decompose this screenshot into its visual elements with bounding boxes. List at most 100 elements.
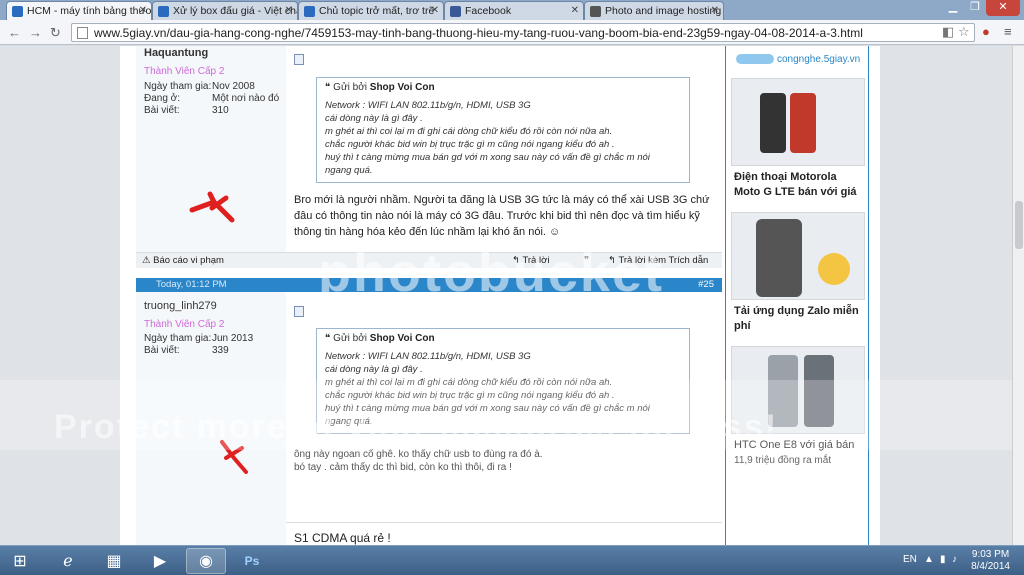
extension-icon[interactable]: ● — [982, 24, 990, 39]
quote-line: chắc người khác bid win bị trục trặc gì … — [325, 139, 615, 150]
sidebar-ads: congnghe.5giay.vn Điện thoại Motorola Mo… — [725, 46, 869, 545]
close-icon[interactable]: ✕ — [711, 5, 719, 16]
tab-title: Xử lý box đấu giá - Việt chât — [173, 5, 298, 17]
browser-tab-strip: HCM - máy tính bảng thương hi ✕ Xử lý bo… — [0, 0, 1024, 20]
clock-date: 8/4/2014 — [971, 561, 1010, 572]
window-close-icon[interactable]: ✕ — [986, 0, 1020, 16]
post-count: Bài viết: 339 — [144, 345, 229, 356]
address-bar[interactable]: www.5giay.vn/dau-gia-hang-cong-nghe/7459… — [71, 23, 975, 42]
ad-image-motorola[interactable] — [731, 78, 865, 166]
page-viewport: Haquantung Thành Viên Cấp 2 Ngày tham gi… — [0, 46, 1012, 545]
quote-line: Network : WIFI LAN 802.11b/g/n, HDMI, US… — [325, 351, 531, 362]
minimize-icon[interactable]: ▁ — [942, 0, 964, 16]
site-favicon-icon — [12, 6, 23, 17]
tab-title: Facebook — [465, 5, 512, 17]
post-body-line: bó tay . cảm thấy dc thì bid, còn ko thì… — [294, 462, 512, 473]
language-indicator[interactable]: EN — [903, 554, 917, 565]
cartoon-icon — [818, 253, 850, 285]
report-button[interactable]: ⚠ Báo cáo vi phạm — [142, 255, 224, 266]
close-icon[interactable]: ✕ — [571, 5, 579, 16]
phone-image-icon — [756, 219, 802, 297]
quote-header: ❝ Gửi bởi Shop Voi Con — [325, 333, 435, 344]
post-body: Bro mới là người nhầm. Người ta đăng là … — [294, 192, 722, 240]
reload-icon[interactable]: ↻ — [50, 25, 61, 41]
page-icon — [77, 27, 88, 39]
tab-2[interactable]: Xử lý box đấu giá - Việt chât ✕ — [152, 1, 298, 20]
menu-icon[interactable]: ≡ — [1004, 24, 1012, 39]
tab-title: HCM - máy tính bảng thương hi — [27, 5, 152, 17]
forward-icon[interactable]: → — [29, 25, 42, 40]
vertical-scrollbar[interactable] — [1012, 46, 1024, 545]
tab-photobucket[interactable]: Photo and image hosting ✕ — [584, 1, 724, 20]
star-icon[interactable]: ☆ — [958, 24, 970, 40]
sidebar-item-title[interactable]: Điện thoại Motorola Moto G LTE bán với g… — [734, 170, 864, 200]
user-rank: Thành Viên Cấp 2 — [144, 319, 225, 330]
sidebar-item-title[interactable]: Tải ứng dụng Zalo miễn phí — [734, 304, 864, 334]
logo-icon — [736, 54, 774, 65]
quote-line: huý thì t càng mừng mua bán gd với m xon… — [325, 152, 650, 163]
post-body: ông này ngoan cố ghê. ko thấy chữ usb to… — [294, 448, 722, 474]
clock-time: 9:03 PM — [971, 549, 1010, 560]
sidebar-logo[interactable]: congnghe.5giay.vn — [736, 54, 860, 65]
watermark-banner-text: Protect more of your memories for less! — [54, 408, 779, 446]
windows-taskbar: ⊞ ℯ ▦ ▶ ◉ Ps EN ▲ ▮ ♪ 9:03 PM 8/4/2014 — [0, 545, 1024, 575]
volume-icon[interactable]: ♪ — [952, 554, 957, 565]
join-date: Ngày tham gia: Nov 2008 — [144, 81, 255, 92]
quote-line: ngang quá. — [325, 165, 373, 176]
close-icon[interactable]: ✕ — [139, 5, 147, 16]
close-icon[interactable]: ✕ — [431, 5, 439, 16]
site-favicon-icon — [158, 6, 169, 17]
close-icon[interactable]: ✕ — [285, 5, 293, 16]
browser-toolbar: ← → ↻ www.5giay.vn/dau-gia-hang-cong-ngh… — [0, 20, 1024, 45]
ie-icon[interactable]: ℯ — [48, 548, 88, 574]
tray-arrow-icon[interactable]: ▲ — [924, 554, 934, 565]
facebook-icon — [450, 6, 461, 17]
url-text: www.5giay.vn/dau-gia-hang-cong-nghe/7459… — [94, 26, 863, 40]
smiley-icon: ☺ — [549, 226, 561, 238]
quote-line: m ghét ai thì coi lại m đi ghi cái dòng … — [325, 126, 613, 137]
phone-image-icon — [790, 93, 816, 153]
translate-icon[interactable]: ◧ — [942, 24, 954, 40]
folder-icon[interactable]: ▦ — [94, 548, 134, 574]
tab-title: Chủ topic trở mất, trơ trẽ — [319, 5, 435, 17]
red-scribble-icon — [189, 191, 235, 223]
tab-active[interactable]: HCM - máy tính bảng thương hi ✕ — [6, 1, 152, 20]
network-icon[interactable]: ▮ — [940, 554, 946, 565]
clock[interactable]: 9:03 PM 8/4/2014 — [971, 549, 1010, 573]
start-button-icon[interactable]: ⊞ — [2, 548, 38, 574]
window-controls: ▁ ❐ ✕ — [942, 0, 1020, 18]
post-date: Today, 01:12 PM — [156, 279, 227, 290]
quote-box: ❝ Gửi bởi Shop Voi Con Network : WIFI LA… — [316, 77, 690, 183]
tab-facebook[interactable]: Facebook ✕ — [444, 1, 584, 20]
username[interactable]: Haquantung — [144, 47, 208, 59]
user-rank: Thành Viên Cấp 2 — [144, 66, 225, 77]
media-player-icon[interactable]: ▶ — [140, 548, 180, 574]
tab-title: Photo and image hosting — [605, 5, 722, 17]
maximize-icon[interactable]: ❐ — [964, 0, 986, 16]
post-body-line: Bro mới là người nhầm. Người ta đăng là … — [294, 194, 710, 206]
next-post-title: S1 CDMA quá rẻ ! — [294, 531, 391, 545]
phone-image-icon — [760, 93, 786, 153]
post-icon — [294, 306, 304, 317]
post-body-line: đâu có thông tin nào nói là máy có 3G đâ… — [294, 210, 700, 222]
post-body-line: thông tin hàng hóa kẻo đến lúc nhầm lại … — [294, 226, 561, 238]
ad-image-zalo[interactable] — [731, 212, 865, 300]
scrollbar-thumb[interactable] — [1015, 201, 1023, 249]
quote-line: Network : WIFI LAN 802.11b/g/n, HDMI, US… — [325, 100, 531, 111]
photobucket-icon — [590, 6, 601, 17]
watermark-text: photobucket — [318, 243, 664, 303]
quote-header: ❝ Gửi bởi Shop Voi Con — [325, 82, 435, 93]
chrome-icon[interactable]: ◉ — [186, 548, 226, 574]
location: Đang ở: Một nơi nào đó — [144, 93, 280, 104]
sidebar-item-subtitle[interactable]: 11,9 triệu đồng ra mắt — [734, 454, 864, 468]
site-favicon-icon — [304, 6, 315, 17]
tab-3[interactable]: Chủ topic trở mất, trơ trẽ ✕ — [298, 1, 444, 20]
join-date: Ngày tham gia: Jun 2013 — [144, 333, 254, 344]
divider — [286, 522, 722, 523]
quote-line: cái dòng này là gì đây . — [325, 364, 423, 375]
username[interactable]: truong_linh279 — [144, 300, 217, 312]
post-number[interactable]: #25 — [698, 279, 714, 290]
photoshop-icon[interactable]: Ps — [232, 548, 272, 574]
post-user-pane: Haquantung Thành Viên Cấp 2 Ngày tham gi… — [136, 46, 286, 252]
back-icon[interactable]: ← — [8, 25, 21, 40]
